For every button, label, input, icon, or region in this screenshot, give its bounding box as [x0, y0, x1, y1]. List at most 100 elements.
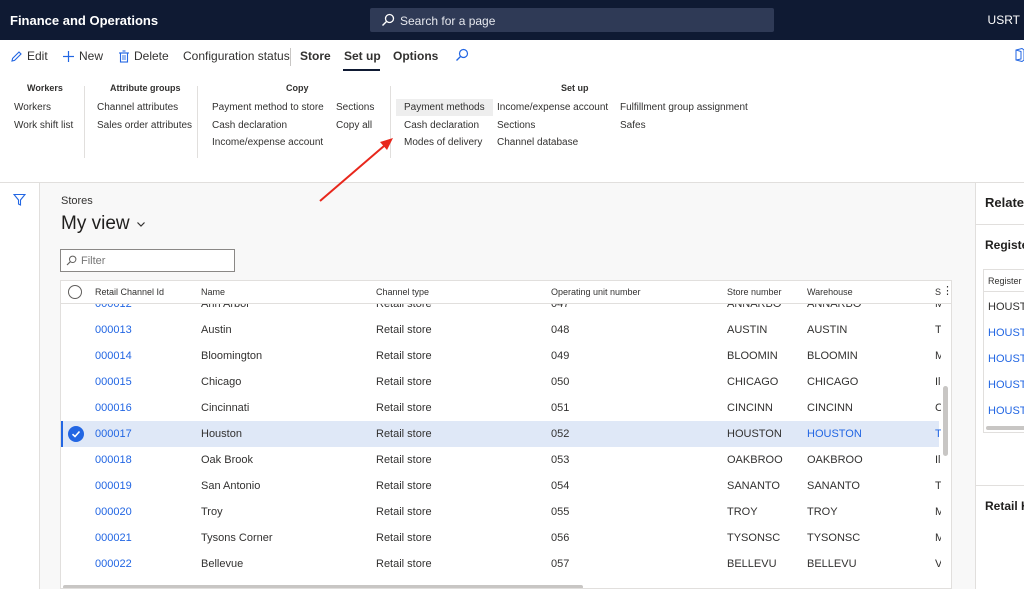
page-title: My view: [61, 213, 130, 234]
column-header-retail-channel-id[interactable]: Retail Channel Id: [95, 287, 164, 297]
register-cell[interactable]: HOUSTO: [988, 353, 1024, 365]
new-label: New: [79, 49, 104, 63]
cell-retail-channel-id[interactable]: 000017: [95, 428, 132, 440]
table-row[interactable]: 000014 Bloomington Retail store 049 BLOOMIN B…: [61, 343, 941, 369]
column-header-warehouse[interactable]: Warehouse: [807, 287, 853, 297]
tab-set-up[interactable]: Set up: [344, 49, 381, 63]
cell-channel-type: Retail store: [376, 558, 432, 570]
column-header-store-number[interactable]: Store number: [727, 287, 782, 297]
registers-scrollbar[interactable]: [986, 426, 1024, 430]
table-row[interactable]: 000021 Tysons Corner Retail store 056 TYSONS…: [61, 525, 941, 551]
copy-cash-declaration-link[interactable]: Cash declaration: [212, 120, 287, 131]
setup-sections-link[interactable]: Sections: [497, 120, 535, 131]
cell-channel-type: Retail store: [376, 376, 432, 388]
cell-s[interactable]: T: [935, 428, 941, 440]
group-copy-title: Copy: [286, 83, 309, 93]
search-icon: [66, 255, 77, 266]
vertical-scrollbar[interactable]: [943, 386, 948, 456]
safes-link[interactable]: Safes: [620, 120, 646, 131]
cell-retail-channel-id[interactable]: 000021: [95, 532, 132, 544]
sales-order-attributes-link[interactable]: Sales order attributes: [97, 120, 192, 131]
table-row[interactable]: 000017 Houston Retail store 052 HOUSTON HOUST…: [61, 421, 941, 447]
register-cell[interactable]: HOUSTO: [988, 327, 1024, 339]
cell-retail-channel-id[interactable]: 000013: [95, 324, 132, 336]
row-selected-check-icon[interactable]: [68, 426, 84, 442]
table-row[interactable]: 000019 San Antonio Retail store 054 SANANTO S…: [61, 473, 941, 499]
column-header-s[interactable]: S: [935, 287, 941, 297]
cell-channel-type: Retail store: [376, 454, 432, 466]
top-bar: Finance and Operations Search for a page…: [0, 0, 1024, 40]
cell-retail-channel-id[interactable]: 000022: [95, 558, 132, 570]
workers-link[interactable]: Workers: [14, 102, 51, 113]
table-row[interactable]: 000022 Bellevue Retail store 057 BELLEVU BELL…: [61, 551, 941, 577]
app-title[interactable]: Finance and Operations: [10, 13, 158, 28]
cell-retail-channel-id[interactable]: 000016: [95, 402, 132, 414]
column-header-name[interactable]: Name: [201, 287, 225, 297]
cell-store-number: CHICAGO: [727, 376, 779, 388]
cell-store-number: AUSTIN: [727, 324, 768, 336]
fulfillment-group-assignment-link[interactable]: Fulfillment group assignment: [620, 102, 748, 113]
delete-button[interactable]: Delete: [118, 49, 169, 63]
tab-options[interactable]: Options: [393, 49, 438, 63]
retail-section-title[interactable]: Retail H: [985, 499, 1024, 513]
horizontal-scrollbar[interactable]: [63, 585, 583, 588]
payment-methods-link[interactable]: Payment methods: [396, 99, 493, 116]
copy-sections-link[interactable]: Sections: [336, 102, 374, 113]
group-separator: [390, 86, 391, 158]
company-picker[interactable]: USRT: [988, 13, 1020, 27]
trash-icon: [119, 49, 129, 63]
cell-operating-unit-number: 049: [551, 350, 570, 362]
find-button[interactable]: [455, 48, 469, 62]
register-cell[interactable]: HOUSTO: [988, 405, 1024, 417]
view-selector[interactable]: My view: [61, 213, 146, 235]
new-button[interactable]: New: [62, 49, 103, 63]
copy-income-expense-account-link[interactable]: Income/expense account: [212, 137, 323, 148]
cell-s: M: [935, 532, 941, 544]
plus-icon: [63, 50, 74, 62]
cell-operating-unit-number: 048: [551, 324, 570, 336]
column-header-operating-unit-number[interactable]: Operating unit number: [551, 287, 641, 297]
table-row[interactable]: 000020 Troy Retail store 055 TROY TROY M: [61, 499, 941, 525]
pencil-icon: [11, 50, 22, 62]
filter-field[interactable]: [60, 249, 235, 272]
cell-retail-channel-id[interactable]: 000018: [95, 454, 132, 466]
payment-method-to-store-link[interactable]: Payment method to store: [212, 102, 324, 113]
cell-name: Houston: [201, 428, 242, 440]
delete-label: Delete: [134, 49, 169, 63]
table-row[interactable]: 000015 Chicago Retail store 050 CHICAGO CHICA…: [61, 369, 941, 395]
table-row[interactable]: 000013 Austin Retail store 048 AUSTIN AUSTIN T: [61, 317, 941, 343]
global-search[interactable]: Search for a page: [370, 8, 774, 32]
channel-attributes-link[interactable]: Channel attributes: [97, 102, 178, 113]
copy-all-link[interactable]: Copy all: [336, 120, 372, 131]
cell-retail-channel-id[interactable]: 000015: [95, 376, 132, 388]
funnel-icon[interactable]: [13, 193, 26, 206]
more-options-icon[interactable]: ⋮: [942, 284, 951, 297]
column-header-channel-type[interactable]: Channel type: [376, 287, 429, 297]
configuration-status-button[interactable]: Configuration status: [183, 49, 290, 63]
channel-database-link[interactable]: Channel database: [497, 137, 578, 148]
tab-store[interactable]: Store: [300, 49, 331, 63]
cell-warehouse[interactable]: HOUSTON: [807, 428, 862, 440]
cell-retail-channel-id[interactable]: 000020: [95, 506, 132, 518]
edit-button[interactable]: Edit: [10, 49, 48, 63]
table-row[interactable]: 000018 Oak Brook Retail store 053 OAKBROO OAK…: [61, 447, 941, 473]
grid-divider: [984, 291, 1024, 292]
find-icon: [456, 48, 469, 61]
register-cell: HOUSTO: [988, 301, 1024, 313]
register-cell[interactable]: HOUSTO: [988, 379, 1024, 391]
select-all-radio[interactable]: [68, 285, 82, 299]
office-icon[interactable]: [1013, 48, 1024, 62]
related-pane-title: Relate: [985, 195, 1024, 210]
registers-column-header[interactable]: Register: [988, 276, 1022, 286]
cell-retail-channel-id[interactable]: 000014: [95, 350, 132, 362]
registers-section-title[interactable]: Registe: [985, 238, 1024, 252]
work-shift-list-link[interactable]: Work shift list: [14, 120, 73, 131]
setup-cash-declaration-link[interactable]: Cash declaration: [404, 120, 479, 131]
cell-retail-channel-id[interactable]: 000019: [95, 480, 132, 492]
modes-of-delivery-link[interactable]: Modes of delivery: [404, 137, 482, 148]
setup-income-expense-account-link[interactable]: Income/expense account: [497, 102, 608, 113]
cell-channel-type: Retail store: [376, 428, 432, 440]
left-rail: [0, 183, 40, 589]
filter-input[interactable]: [81, 252, 231, 269]
table-row[interactable]: 000016 Cincinnati Retail store 051 CINCINN CI…: [61, 395, 941, 421]
